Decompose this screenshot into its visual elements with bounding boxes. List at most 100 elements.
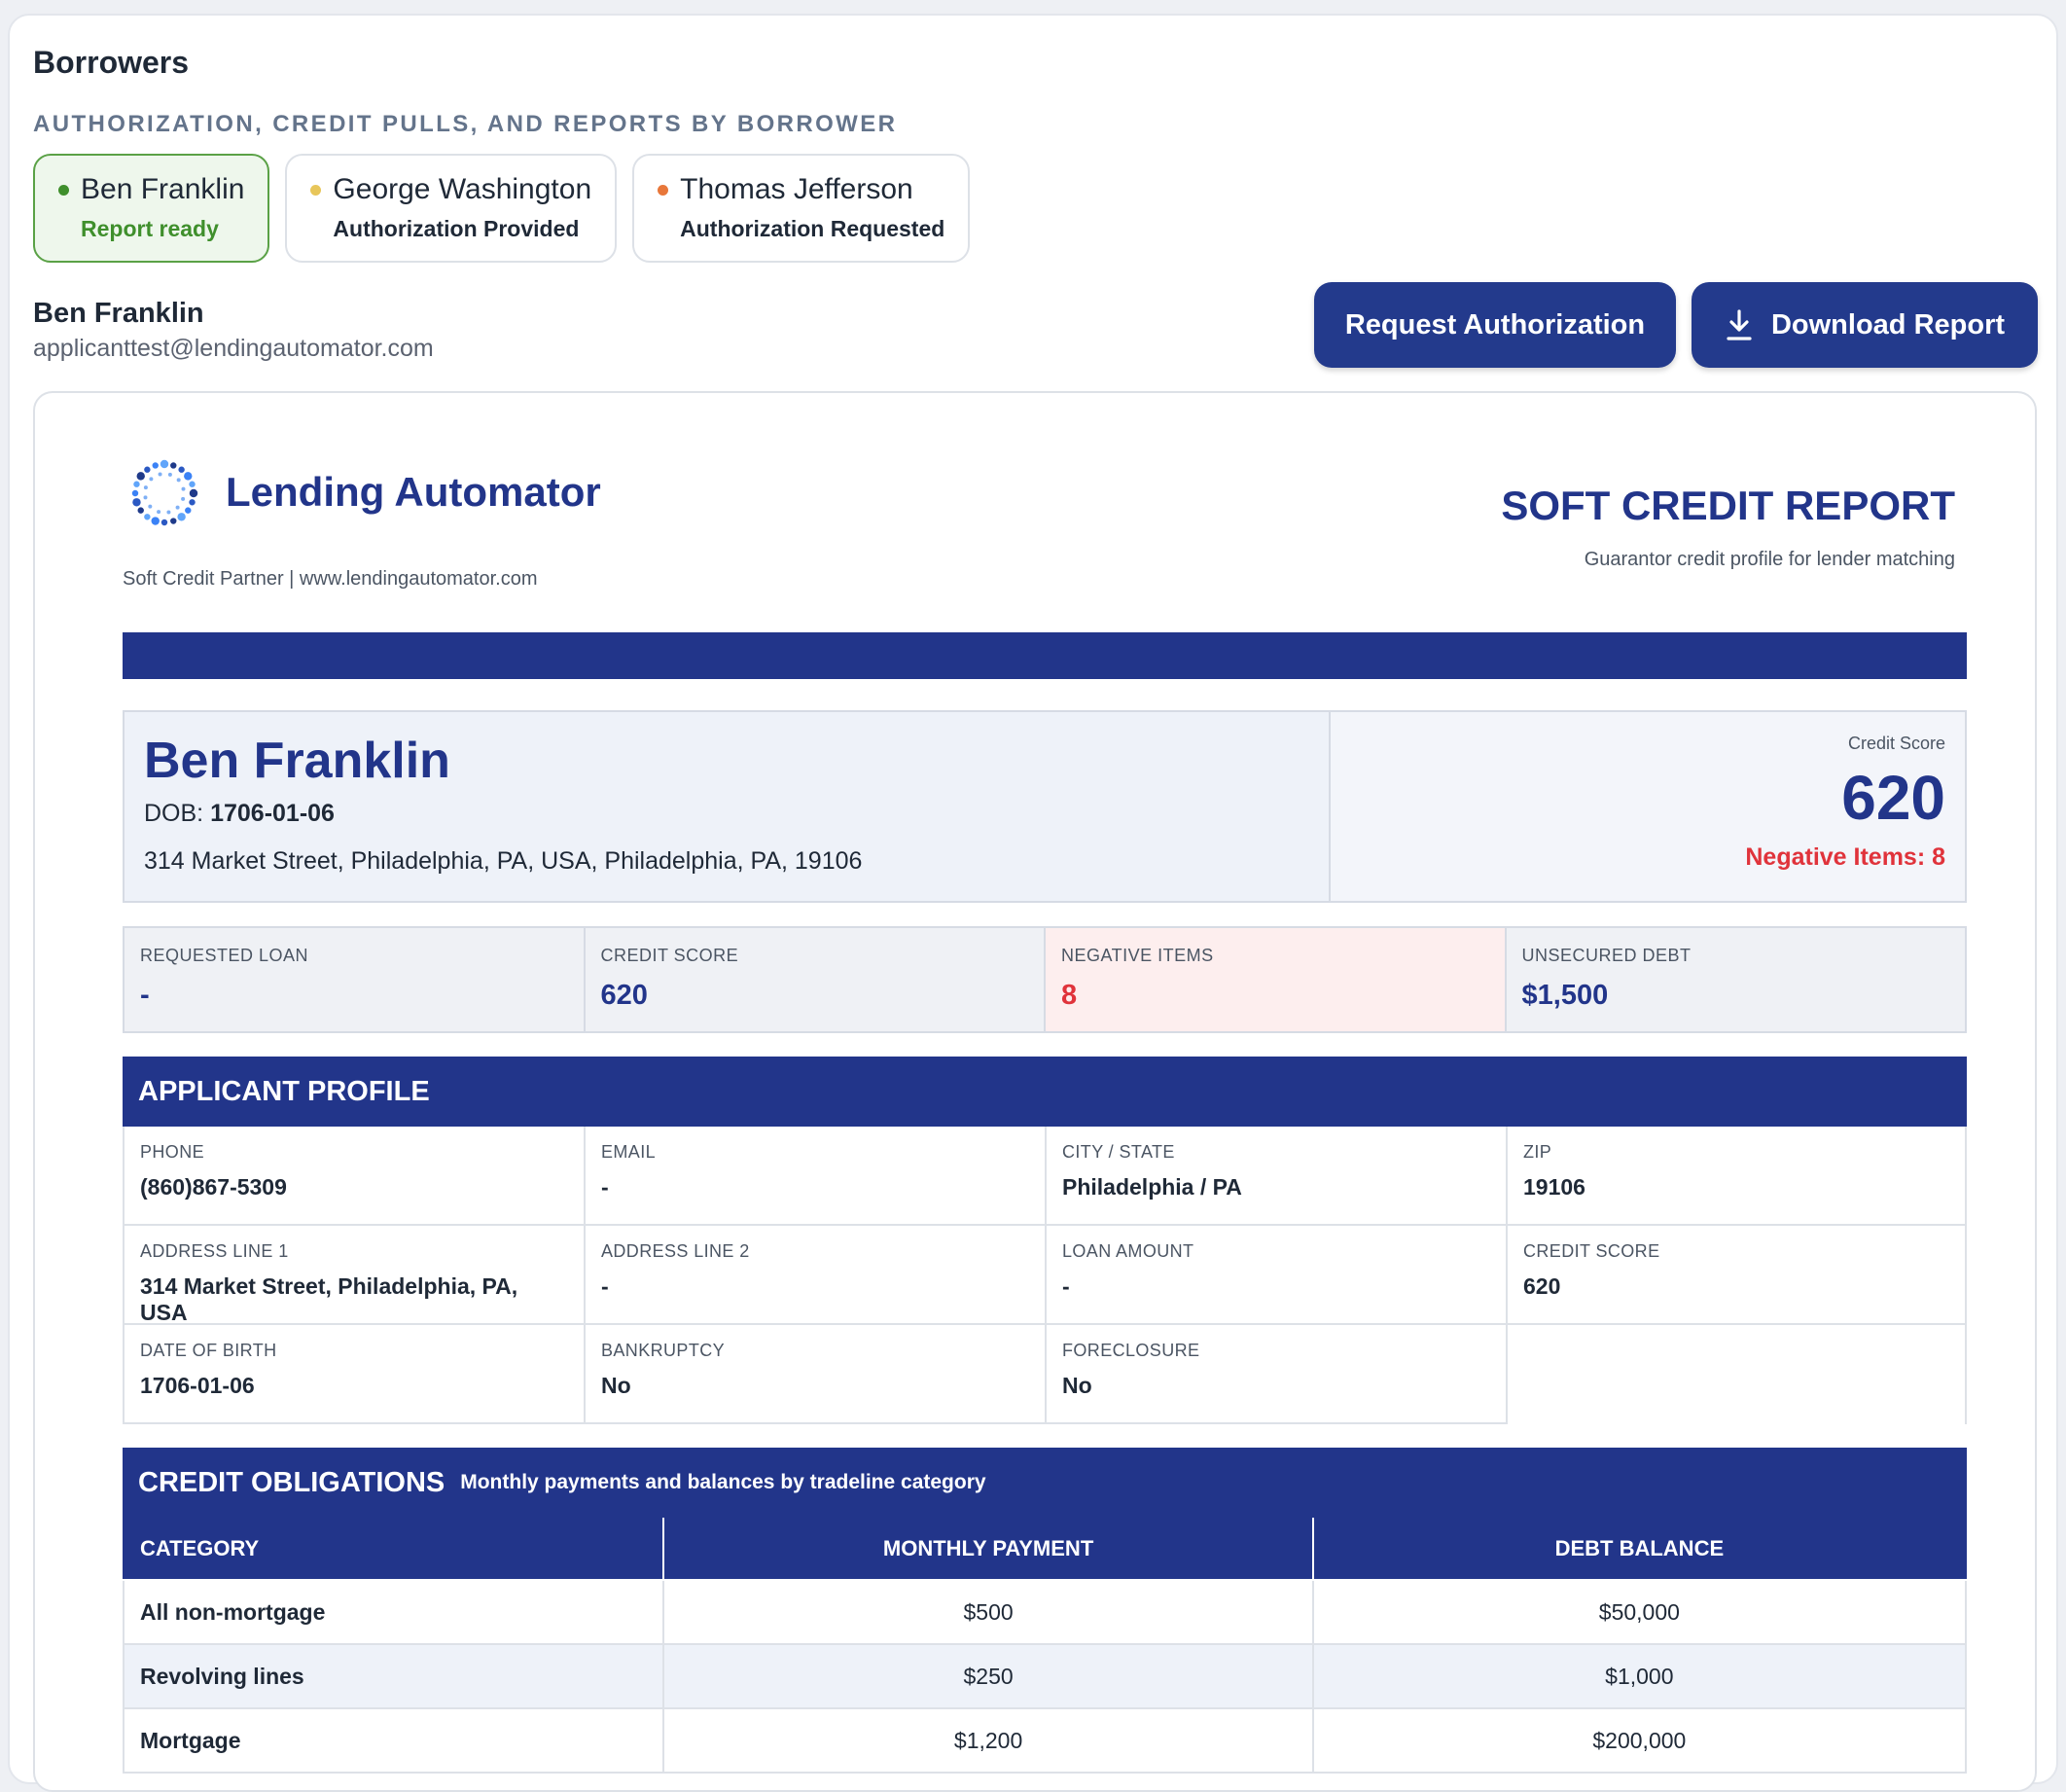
profile-field-city-state: CITY / STATE Philadelphia / PA: [1045, 1127, 1506, 1226]
table-row: Revolving lines $250 $1,000: [122, 1643, 1968, 1709]
cell-category: All non-mortgage: [122, 1579, 665, 1645]
stat-value: 620: [600, 980, 648, 1011]
column-header-category: CATEGORY: [122, 1518, 665, 1581]
field-value: -: [1062, 1273, 1070, 1299]
profile-field-foreclosure: FORECLOSURE No: [1045, 1325, 1506, 1424]
field-label: EMAIL: [601, 1142, 657, 1162]
borrower-tab-name: Ben Franklin: [81, 173, 245, 205]
field-value: -: [601, 1174, 609, 1200]
column-header-debt-balance: DEBT BALANCE: [1311, 1518, 1968, 1581]
profile-field-address-line-2: ADDRESS LINE 2 -: [584, 1226, 1045, 1325]
page-subtitle: AUTHORIZATION, CREDIT PULLS, AND REPORTS…: [33, 111, 898, 137]
download-report-label: Download Report: [1770, 308, 2006, 340]
borrower-tab-ben-franklin[interactable]: Ben Franklin Report ready: [33, 154, 270, 263]
credit-score-summary: Credit Score 620 Negative Items: 8: [1331, 712, 1965, 901]
field-label: LOAN AMOUNT: [1062, 1241, 1194, 1261]
dob-value: 1706-01-06: [210, 800, 335, 827]
borrower-tab-name: George Washington: [333, 173, 592, 205]
status-dot-icon: [658, 184, 669, 196]
profile-field-empty: [1506, 1325, 1967, 1424]
applicant-profile-grid: PHONE (860)867-5309 EMAIL - CITY / STATE Ph…: [123, 1127, 1967, 1424]
request-authorization-label: Request Authorization: [1344, 308, 1646, 340]
status-dot-icon: [58, 184, 69, 196]
brand-tagline: Soft Credit Partner | www.lendingautomat…: [123, 568, 538, 590]
profile-field-email: EMAIL -: [584, 1127, 1045, 1226]
header-divider-bar: [123, 632, 1967, 679]
stat-label: REQUESTED LOAN: [140, 946, 309, 965]
credit-score-label: Credit Score: [1847, 734, 1945, 753]
cell-monthly-payment: $500: [662, 1579, 1314, 1645]
applicant-identity: Ben Franklin DOB: 1706-01-06 314 Market …: [125, 712, 1331, 901]
borrowers-panel: Borrowers AUTHORIZATION, CREDIT PULLS, A…: [8, 14, 2058, 1792]
report-subtitle: Guarantor credit profile for lender matc…: [1584, 549, 1955, 570]
stat-credit-score: CREDIT SCORE 620: [585, 928, 1046, 1031]
applicant-address: 314 Market Street, Philadelphia, PA, USA…: [144, 847, 863, 875]
selected-borrower-email: applicanttest@lendingautomator.com: [33, 335, 434, 362]
request-authorization-button[interactable]: Request Authorization: [1314, 282, 1676, 368]
lending-automator-logo-icon: [131, 459, 198, 526]
field-value: Philadelphia / PA: [1062, 1174, 1242, 1200]
field-label: ZIP: [1523, 1142, 1552, 1162]
cell-debt-balance: $1,000: [1311, 1643, 1968, 1709]
download-icon: [1727, 309, 1752, 340]
selected-borrower-name: Ben Franklin: [33, 298, 204, 329]
stat-label: NEGATIVE ITEMS: [1061, 946, 1214, 965]
credit-obligations-table: CATEGORY MONTHLY PAYMENT DEBT BALANCE Al…: [122, 1518, 1968, 1774]
borrower-tab-name: Thomas Jefferson: [680, 173, 913, 205]
borrower-tab-status: Authorization Provided: [333, 216, 580, 241]
download-report-button[interactable]: Download Report: [1692, 282, 2038, 368]
negative-items-summary: Negative Items: 8: [1745, 843, 1945, 871]
dob-label: DOB:: [144, 800, 204, 827]
section-subtitle: Monthly payments and balances by tradeli…: [460, 1471, 986, 1493]
field-value: No: [1062, 1373, 1092, 1398]
profile-field-phone: PHONE (860)867-5309: [123, 1127, 584, 1226]
profile-field-loan-amount: LOAN AMOUNT -: [1045, 1226, 1506, 1325]
borrower-tab-status: Authorization Requested: [680, 216, 945, 241]
column-header-monthly-payment: MONTHLY PAYMENT: [662, 1518, 1314, 1581]
applicant-profile-header: APPLICANT PROFILE: [123, 1057, 1967, 1127]
field-value: No: [601, 1373, 631, 1398]
page-title: Borrowers: [33, 45, 190, 80]
field-value: 1706-01-06: [140, 1373, 255, 1398]
report-title: SOFT CREDIT REPORT: [1501, 483, 1955, 528]
field-label: ADDRESS LINE 2: [601, 1241, 750, 1261]
applicant-summary: Ben Franklin DOB: 1706-01-06 314 Market …: [123, 710, 1967, 903]
stat-value: 8: [1061, 980, 1078, 1011]
field-label: CITY / STATE: [1062, 1142, 1175, 1162]
key-stats: REQUESTED LOAN - CREDIT SCORE 620 NEGATI…: [123, 926, 1967, 1033]
field-label: DATE OF BIRTH: [140, 1341, 277, 1360]
table-header-row: CATEGORY MONTHLY PAYMENT DEBT BALANCE: [122, 1518, 1968, 1581]
applicant-name: Ben Franklin: [144, 733, 450, 789]
cell-category: Revolving lines: [122, 1643, 665, 1709]
borrower-tab-george-washington[interactable]: George Washington Authorization Provided: [285, 154, 618, 263]
section-title: CREDIT OBLIGATIONS: [138, 1466, 445, 1498]
borrower-tabs: Ben Franklin Report ready George Washing…: [33, 154, 971, 263]
section-title: APPLICANT PROFILE: [138, 1075, 430, 1107]
table-row: All non-mortgage $500 $50,000: [122, 1579, 1968, 1645]
cell-monthly-payment: $250: [662, 1643, 1314, 1709]
status-dot-icon: [310, 184, 322, 196]
credit-score-value: 620: [1841, 763, 1945, 833]
applicant-dob: DOB: 1706-01-06: [144, 800, 1309, 828]
profile-field-bankruptcy: BANKRUPTCY No: [584, 1325, 1045, 1424]
profile-field-address-line-1: ADDRESS LINE 1 314 Market Street, Philade…: [123, 1226, 584, 1325]
stat-label: UNSECURED DEBT: [1521, 946, 1692, 965]
table-row: Mortgage $1,200 $200,000: [122, 1707, 1968, 1774]
credit-obligations-header: CREDIT OBLIGATIONS Monthly payments and …: [123, 1448, 1967, 1518]
field-value: (860)867-5309: [140, 1174, 287, 1200]
field-value: -: [601, 1273, 609, 1299]
stat-requested-loan: REQUESTED LOAN -: [125, 928, 586, 1031]
stat-value: -: [140, 980, 150, 1011]
field-value: 19106: [1523, 1174, 1585, 1200]
cell-debt-balance: $200,000: [1311, 1707, 1968, 1774]
borrower-tab-thomas-jefferson[interactable]: Thomas Jefferson Authorization Requested: [632, 154, 971, 263]
field-label: ADDRESS LINE 1: [140, 1241, 289, 1261]
field-label: PHONE: [140, 1142, 205, 1162]
field-label: FORECLOSURE: [1062, 1341, 1200, 1360]
credit-report: Lending Automator Soft Credit Partner | …: [33, 391, 2037, 1792]
stat-label: CREDIT SCORE: [600, 946, 739, 965]
field-value: 314 Market Street, Philadelphia, PA, USA: [140, 1273, 518, 1325]
borrower-tab-status: Report ready: [81, 216, 219, 241]
cell-debt-balance: $50,000: [1311, 1579, 1968, 1645]
cell-category: Mortgage: [122, 1707, 665, 1774]
